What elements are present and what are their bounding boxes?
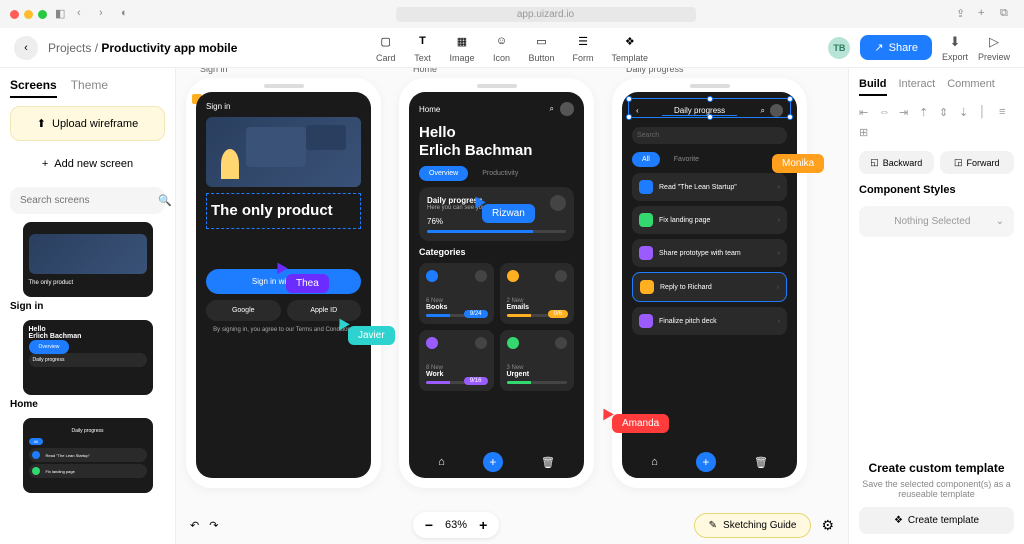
back-button[interactable]: ‹	[14, 36, 38, 60]
export-button[interactable]: ⬇Export	[942, 34, 968, 62]
headline[interactable]: The only product	[211, 202, 356, 220]
upload-wireframe-button[interactable]: ⬆ Upload wireframe	[10, 106, 165, 141]
nothing-selected: Nothing Selected ⌄	[859, 206, 1014, 237]
breadcrumb[interactable]: Projects / Productivity app mobile	[48, 41, 237, 55]
undo-button[interactable]: ↶	[190, 519, 199, 532]
cursor-amanda: Amanda	[612, 414, 669, 433]
tabs-icon[interactable]: ⧉	[1000, 7, 1014, 21]
categories-header: Categories	[419, 247, 574, 257]
chevron-left-icon[interactable]: ‹	[77, 7, 91, 21]
task-item[interactable]: Read "The Lean Startup"›	[632, 173, 787, 201]
avatar[interactable]	[560, 102, 574, 116]
plus-icon[interactable]: +	[978, 7, 992, 21]
tab-interact[interactable]: Interact	[899, 78, 936, 96]
plus-icon: +	[42, 158, 48, 170]
search-tasks-input[interactable]: Search	[632, 127, 787, 144]
home-nav-icon[interactable]: ⌂	[438, 456, 445, 468]
sidebar-toggle-icon[interactable]: ◧	[55, 7, 69, 21]
tool-button[interactable]: ▭Button	[528, 32, 554, 63]
share-button[interactable]: ↗Share	[860, 35, 932, 60]
search-icon: 🔍	[158, 194, 172, 207]
delete-nav-icon[interactable]: 🗑	[541, 456, 555, 469]
screen-label: Daily progress	[626, 68, 684, 74]
shield-icon: ◐	[121, 7, 135, 21]
avatar	[550, 195, 566, 211]
tab-comment[interactable]: Comment	[947, 78, 995, 96]
tab-build[interactable]: Build	[859, 78, 887, 96]
category-card[interactable]: 8 NewWork9/16	[419, 330, 494, 391]
delete-nav-icon[interactable]: 🗑	[754, 456, 768, 469]
screen-label: Home	[413, 68, 437, 74]
add-screen-button[interactable]: + Add new screen	[10, 149, 165, 179]
template-icon: ❖	[894, 515, 903, 526]
thumb-daily[interactable]: Daily progressAllRead "The Lean Startup"…	[10, 418, 165, 493]
zoom-out-button[interactable]: −	[425, 517, 433, 533]
task-item[interactable]: Reply to Richard›	[632, 272, 787, 302]
search-icon[interactable]: ⌕	[550, 104, 554, 114]
redo-button[interactable]: ↷	[209, 519, 218, 532]
tab-overview[interactable]: Overview	[419, 166, 468, 181]
selection-frame[interactable]	[628, 98, 791, 118]
tool-icon[interactable]: ☺Icon	[492, 32, 510, 63]
search-screens-input[interactable]: 🔍	[10, 187, 165, 214]
tool-image[interactable]: ▦Image	[449, 32, 474, 63]
tool-form[interactable]: ☰Form	[573, 32, 594, 63]
preview-button[interactable]: ▷Preview	[978, 34, 1010, 62]
category-card[interactable]: 3 NewUrgent	[500, 330, 575, 391]
filter-all[interactable]: All	[632, 152, 660, 167]
tool-text[interactable]: TText	[413, 32, 431, 63]
filter-favorite[interactable]: Favorite	[664, 152, 709, 167]
thumb-home[interactable]: Hello Erlich BachmanOverviewDaily progre…	[10, 320, 165, 410]
component-styles-header: Component Styles	[859, 184, 1014, 196]
tab-productivity[interactable]: Productivity	[472, 166, 528, 181]
share-icon[interactable]: ⇪	[956, 7, 970, 21]
tab-screens[interactable]: Screens	[10, 78, 57, 98]
tab-theme[interactable]: Theme	[71, 78, 108, 98]
task-item[interactable]: Finalize pitch deck›	[632, 307, 787, 335]
window-controls[interactable]	[10, 10, 47, 19]
task-item[interactable]: Fix landing page›	[632, 206, 787, 234]
cursor-monika: Monika	[772, 154, 824, 173]
template-title: Create custom template	[859, 461, 1014, 475]
create-template-button[interactable]: ❖ Create template	[859, 507, 1014, 534]
screen-label: Sign in	[200, 68, 228, 74]
cursor-rizwan: Rizwan	[482, 204, 535, 223]
add-nav-button[interactable]: +	[483, 452, 503, 472]
google-button[interactable]: Google	[206, 300, 281, 321]
sketching-guide-button[interactable]: ✎ Sketching Guide	[694, 513, 812, 538]
zoom-level: 63%	[445, 519, 467, 531]
zoom-in-button[interactable]: +	[479, 517, 487, 533]
signin-email-button[interactable]: Sign in with Email	[206, 269, 361, 294]
settings-icon[interactable]: ⚙	[821, 517, 834, 534]
tool-template[interactable]: ❖Template	[612, 32, 649, 63]
pencil-icon: ✎	[709, 520, 717, 531]
task-item[interactable]: Share prototype with team›	[632, 239, 787, 267]
template-desc: Save the selected component(s) as a reus…	[859, 479, 1014, 499]
hero-illustration	[206, 117, 361, 187]
apple-button[interactable]: Apple ID	[287, 300, 362, 321]
send-backward-button[interactable]: ◱Backward	[859, 151, 934, 174]
cursor-thea: Thea	[286, 274, 329, 293]
url-bar[interactable]: app.uizard.io	[396, 7, 696, 22]
upload-icon: ⬆	[37, 117, 46, 130]
category-card[interactable]: 2 NewEmails0/6	[500, 263, 575, 324]
add-nav-button[interactable]: +	[696, 452, 716, 472]
user-avatar[interactable]: TB	[828, 37, 850, 59]
category-card[interactable]: 6 NewBooks9/24	[419, 263, 494, 324]
thumb-signin[interactable]: The only product Sign in	[10, 222, 165, 312]
chevron-right-icon[interactable]: ›	[99, 7, 113, 21]
tool-card[interactable]: ▢Card	[376, 32, 396, 63]
align-tools[interactable]: ⇤⇔⇥ ⇡⇕⇣ │≡⊞	[859, 106, 1014, 141]
cursor-javier: Javier	[348, 326, 395, 345]
bring-forward-button[interactable]: ◲Forward	[940, 151, 1015, 174]
home-nav-icon[interactable]: ⌂	[651, 456, 658, 468]
zoom-control[interactable]: − 63% +	[413, 512, 499, 538]
